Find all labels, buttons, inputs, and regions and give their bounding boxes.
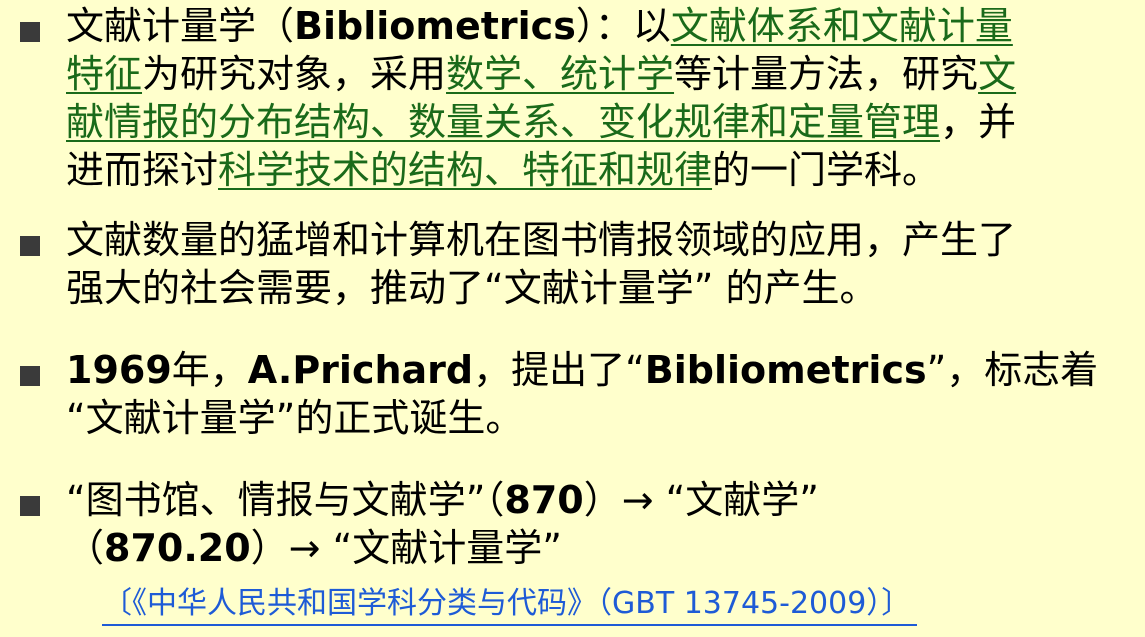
bold-text: A.Prichard xyxy=(247,348,474,392)
slide: 文献计量学（Bibliometrics）：以文献体系和文献计量 特征为研究对象，采… xyxy=(0,0,1145,637)
text-run: ）→ “文献计量学” xyxy=(250,526,562,570)
hyperlink-text[interactable]: 文献体系和文献计量 xyxy=(671,4,1013,48)
square-bullet-icon xyxy=(20,22,40,42)
square-bullet-icon xyxy=(20,236,40,256)
text-run: ，并 xyxy=(940,100,1017,144)
hyperlink-text[interactable]: 文 xyxy=(978,52,1016,96)
text-run: “图书馆、情报与文献学”（ xyxy=(66,478,505,522)
bullet-text: 文献计量学（Bibliometrics）：以文献体系和文献计量 特征为研究对象，采… xyxy=(66,2,1138,194)
text-run: 进而探讨 xyxy=(66,148,219,192)
text-line: 文献数量的猛增和计算机在图书情报领域的应用，产生了 xyxy=(66,216,1138,264)
text-line: “图书馆、情报与文献学”（870）→ “文献学” xyxy=(66,476,1138,524)
bold-text: 870.20 xyxy=(104,526,251,570)
text-run: 文献数量的猛增和计算机在图书情报领域的应用，产生了 xyxy=(66,218,1017,262)
hyperlink-text[interactable]: 献情报的分布结构、数量关系、变化规律和定量管理 xyxy=(66,100,940,144)
bold-text: 1969 xyxy=(66,348,172,392)
text-run: ”，标志着 xyxy=(926,348,1099,392)
text-line: 献情报的分布结构、数量关系、变化规律和定量管理，并 xyxy=(66,98,1138,146)
hyperlink-text[interactable]: 科学技术的结构、特征和规律 xyxy=(218,148,712,192)
text-run: 强大的社会需要，推动了“文献计量学” 的产生。 xyxy=(66,266,878,310)
text-run: 为研究对象，采用 xyxy=(142,52,447,96)
text-line: 文献计量学（Bibliometrics）：以文献体系和文献计量 xyxy=(66,2,1138,50)
reference-link[interactable]: 〔《中华人民共和国学科分类与代码》（GBT 13745-2009）〕 xyxy=(102,584,918,626)
text-line: 进而探讨科学技术的结构、特征和规律的一门学科。 xyxy=(66,146,1138,194)
text-line: （870.20）→ “文献计量学” xyxy=(66,524,1138,572)
text-run: “文献计量学”的正式诞生。 xyxy=(66,396,524,440)
bullet-text: 文献数量的猛增和计算机在图书情报领域的应用，产生了 强大的社会需要，推动了“文献计… xyxy=(66,216,1138,312)
bullet-text: “图书馆、情报与文献学”（870）→ “文献学” （870.20）→ “文献计量… xyxy=(66,476,1138,572)
bold-text: 870 xyxy=(504,478,584,522)
text-run: 等计量方法，研究 xyxy=(674,52,979,96)
text-run: ）：以 xyxy=(575,4,671,48)
bold-text: Bibliometrics xyxy=(294,4,576,48)
text-line: “文献计量学”的正式诞生。 xyxy=(66,394,1138,442)
text-run: 年， xyxy=(171,348,248,392)
square-bullet-icon xyxy=(20,366,40,386)
text-line: 1969年，A.Prichard，提出了“Bibliometrics”，标志着 xyxy=(66,346,1138,394)
text-run: （ xyxy=(66,526,105,570)
hyperlink-text[interactable]: 特征 xyxy=(66,52,142,96)
bold-text: Bibliometrics xyxy=(644,348,927,392)
text-run: ）→ “文献学” xyxy=(583,478,819,522)
bullet-text: 1969年，A.Prichard，提出了“Bibliometrics”，标志着 “… xyxy=(66,346,1138,442)
text-line: 特征为研究对象，采用数学、统计学等计量方法，研究文 xyxy=(66,50,1138,98)
hyperlink-text[interactable]: 数学、统计学 xyxy=(446,52,674,96)
text-run: 文献计量学（ xyxy=(66,4,295,48)
text-run: ，提出了“ xyxy=(473,348,645,392)
text-line: 强大的社会需要，推动了“文献计量学” 的产生。 xyxy=(66,264,1138,312)
square-bullet-icon xyxy=(20,496,40,516)
text-run: 的一门学科。 xyxy=(712,148,941,192)
